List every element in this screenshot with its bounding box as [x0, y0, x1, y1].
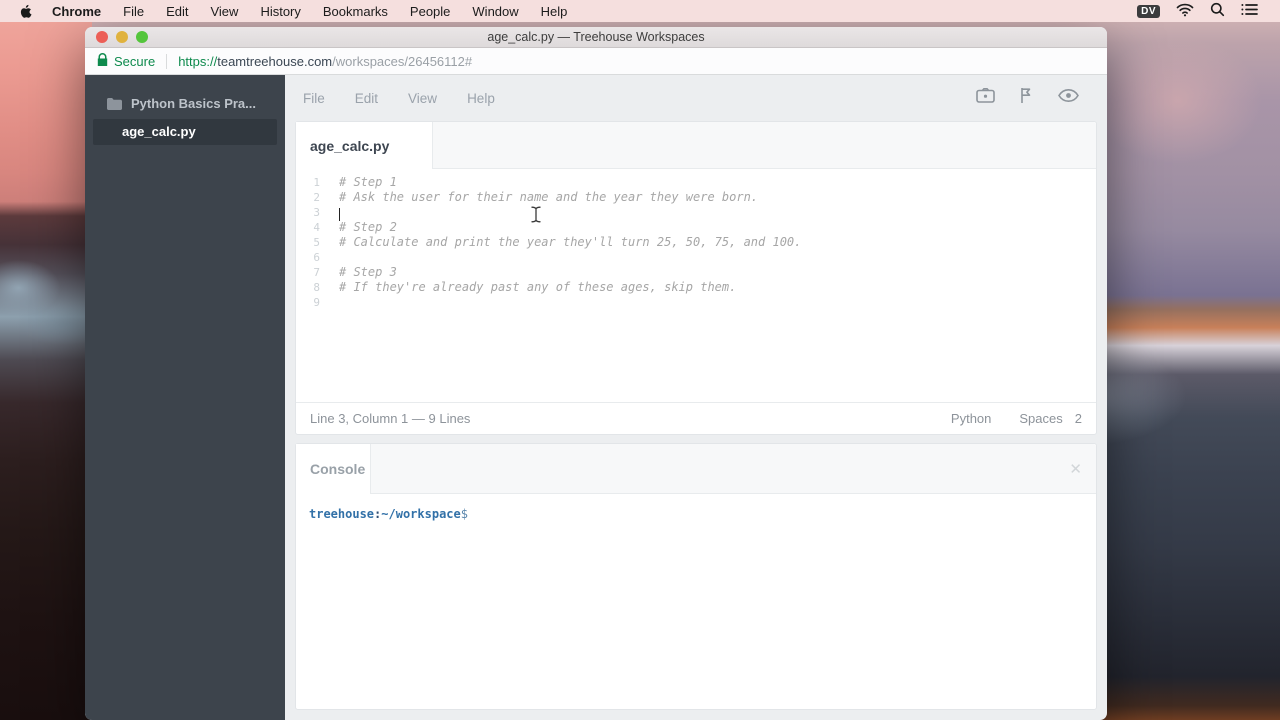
code-line: 5 # Calculate and print the year they'll… — [296, 235, 1096, 250]
workspace-main: File Edit View Help — [285, 75, 1107, 720]
window-controls — [96, 31, 148, 43]
workspace-menu-item[interactable]: File — [303, 91, 325, 106]
code-line: 4 # Step 2 — [296, 220, 1096, 235]
line-number: 8 — [296, 280, 320, 295]
minimize-window-button[interactable] — [116, 31, 128, 43]
line-number: 7 — [296, 265, 320, 280]
browser-title-bar[interactable]: age_calc.py — Treehouse Workspaces — [85, 27, 1107, 48]
workspace-content: Python Basics Pra... age_calc.py File Edi… — [85, 75, 1107, 720]
line-text: # Step 3 — [339, 265, 397, 280]
text-caret — [339, 208, 340, 221]
console-tab-bar: Console ✕ — [296, 444, 1096, 494]
notification-center-icon[interactable] — [1241, 3, 1258, 19]
lock-icon — [97, 53, 108, 69]
fork-flag-icon[interactable] — [1019, 87, 1034, 109]
menu-app-name[interactable]: Chrome — [52, 4, 101, 19]
line-number: 5 — [296, 235, 320, 250]
macos-menu-bar: Chrome File Edit View History Bookmarks Peopl… — [0, 0, 1280, 22]
indent-size-indicator[interactable]: 2 — [1075, 411, 1082, 426]
indent-type-indicator[interactable]: Spaces — [1019, 411, 1062, 426]
cursor-position-label: Line 3, Column 1 — 9 Lines — [310, 411, 470, 426]
snapshot-camera-icon[interactable] — [976, 88, 995, 108]
editor-tab-bar: age_calc.py — [296, 122, 1096, 169]
code-line: 9 — [296, 295, 1096, 310]
code-line: 1 # Step 1 — [296, 175, 1096, 190]
console-panel: Console ✕ treehouse:~/workspace$ — [295, 443, 1097, 710]
desktop-wallpaper-left — [0, 0, 92, 720]
folder-icon — [107, 98, 122, 110]
workspace-menu-item[interactable]: Help — [467, 91, 495, 106]
secure-label: Secure — [114, 54, 155, 69]
console-tab[interactable]: Console — [296, 444, 371, 494]
workspace-toolbar-icons — [976, 87, 1089, 109]
menu-item[interactable]: File — [123, 4, 144, 19]
language-indicator[interactable]: Python — [951, 411, 991, 426]
editor-panel: age_calc.py 1 # Step 1 2 # Ask — [295, 121, 1097, 435]
prompt-path: ~/workspace — [381, 507, 460, 521]
menu-item[interactable]: People — [410, 4, 450, 19]
workspace-menu-item[interactable]: Edit — [355, 91, 378, 106]
code-line: 7 # Step 3 — [296, 265, 1096, 280]
menu-status-icons: DV — [1137, 2, 1280, 20]
code-line: 8 # If they're already past any of these… — [296, 280, 1096, 295]
menu-item[interactable]: Bookmarks — [323, 4, 388, 19]
window-title: age_calc.py — Treehouse Workspaces — [85, 27, 1107, 47]
line-number: 3 — [296, 205, 320, 220]
line-text: # Step 2 — [339, 220, 397, 235]
line-text: # Calculate and print the year they'll t… — [339, 235, 801, 250]
url-scheme: https:// — [178, 54, 217, 69]
editor-tab-age-calc[interactable]: age_calc.py — [296, 122, 433, 169]
line-number: 4 — [296, 220, 320, 235]
line-number: 2 — [296, 190, 320, 205]
menu-item[interactable]: Edit — [166, 4, 188, 19]
screen: Chrome File Edit View History Bookmarks Peopl… — [0, 0, 1280, 720]
code-editor[interactable]: 1 # Step 1 2 # Ask the user for their na… — [296, 169, 1096, 402]
line-number: 6 — [296, 250, 320, 265]
sidebar-file-age-calc[interactable]: age_calc.py — [93, 119, 277, 145]
url-domain: teamtreehouse.com — [217, 54, 332, 69]
line-number: 1 — [296, 175, 320, 190]
prompt-symbol: $ — [461, 507, 468, 521]
browser-window: age_calc.py — Treehouse Workspaces Secur… — [85, 27, 1107, 720]
dv-badge[interactable]: DV — [1137, 5, 1160, 18]
apple-icon[interactable] — [19, 4, 32, 19]
code-line: 2 # Ask the user for their name and the … — [296, 190, 1096, 205]
console-close-icon[interactable]: ✕ — [1069, 460, 1082, 478]
wifi-icon[interactable] — [1176, 3, 1194, 20]
menu-item[interactable]: Window — [472, 4, 518, 19]
menu-item[interactable]: History — [260, 4, 300, 19]
code-line: 6 — [296, 250, 1096, 265]
line-number: 9 — [296, 295, 320, 310]
spotlight-search-icon[interactable] — [1210, 2, 1225, 20]
url-separator — [166, 54, 167, 69]
line-text: # Step 1 — [339, 175, 397, 190]
url-text[interactable]: https://teamtreehouse.com/workspaces/264… — [178, 54, 472, 69]
line-text: # Ask the user for their name and the ye… — [339, 190, 758, 205]
line-text: # If they're already past any of these a… — [339, 280, 736, 295]
close-window-button[interactable] — [96, 31, 108, 43]
editor-status-bar: Line 3, Column 1 — 9 Lines Python Spaces… — [296, 402, 1096, 434]
zoom-window-button[interactable] — [136, 31, 148, 43]
prompt-user: treehouse — [309, 507, 374, 521]
workspace-menu-item[interactable]: View — [408, 91, 437, 106]
url-path: /workspaces/26456112# — [332, 54, 472, 69]
project-name: Python Basics Pra... — [131, 96, 256, 111]
code-line: 3 — [296, 205, 1096, 220]
menu-item[interactable]: Help — [541, 4, 568, 19]
file-sidebar: Python Basics Pra... age_calc.py — [85, 75, 285, 720]
workspace-menus: File Edit View Help — [303, 91, 495, 106]
preview-eye-icon[interactable] — [1058, 89, 1079, 107]
console-terminal[interactable]: treehouse:~/workspace$ — [296, 494, 1096, 709]
menu-item[interactable]: View — [210, 4, 238, 19]
browser-url-bar[interactable]: Secure https://teamtreehouse.com/workspa… — [85, 48, 1107, 75]
menu-items: File Edit View History Bookmarks People Window… — [123, 4, 567, 19]
workspace-toolbar: File Edit View Help — [295, 75, 1097, 121]
sidebar-project[interactable]: Python Basics Pra... — [85, 90, 285, 118]
